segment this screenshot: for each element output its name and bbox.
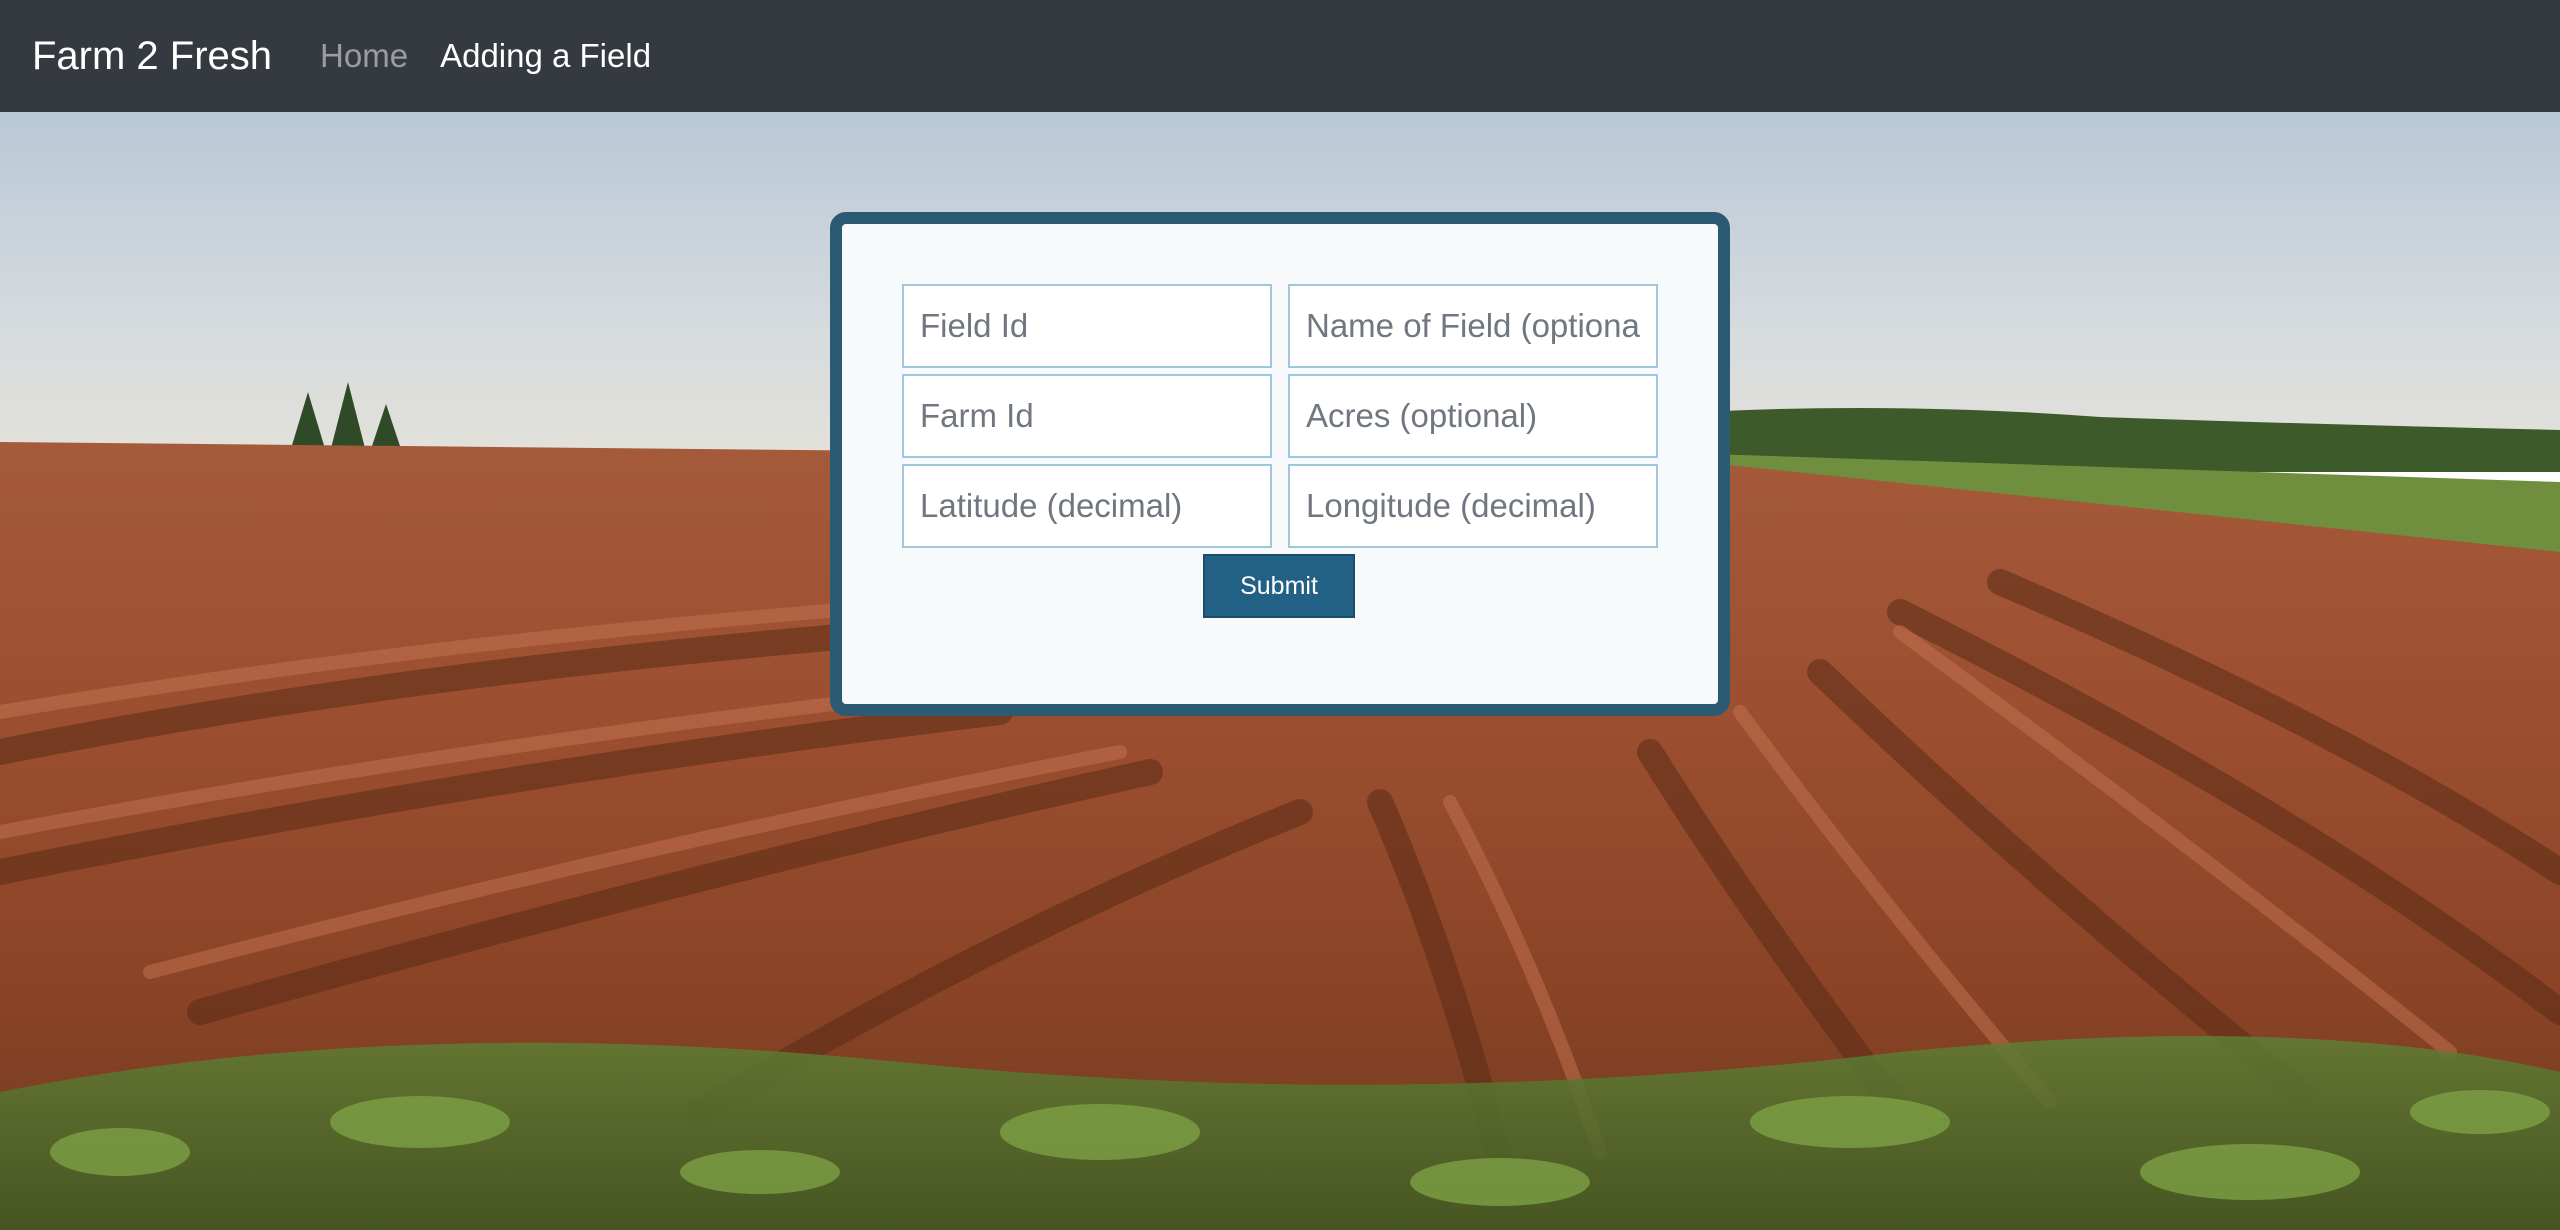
brand-logo-text[interactable]: Farm 2 Fresh (32, 34, 272, 79)
nav-link-adding-field[interactable]: Adding a Field (440, 37, 651, 75)
nav-link-home[interactable]: Home (320, 37, 408, 75)
field-id-input[interactable] (902, 284, 1272, 368)
add-field-form-card: Submit (830, 212, 1730, 716)
acres-input[interactable] (1288, 374, 1658, 458)
top-navbar: Farm 2 Fresh Home Adding a Field (0, 0, 2560, 112)
submit-button[interactable]: Submit (1203, 554, 1355, 618)
latitude-input[interactable] (902, 464, 1272, 548)
longitude-input[interactable] (1288, 464, 1658, 548)
field-name-input[interactable] (1288, 284, 1658, 368)
farm-id-input[interactable] (902, 374, 1272, 458)
